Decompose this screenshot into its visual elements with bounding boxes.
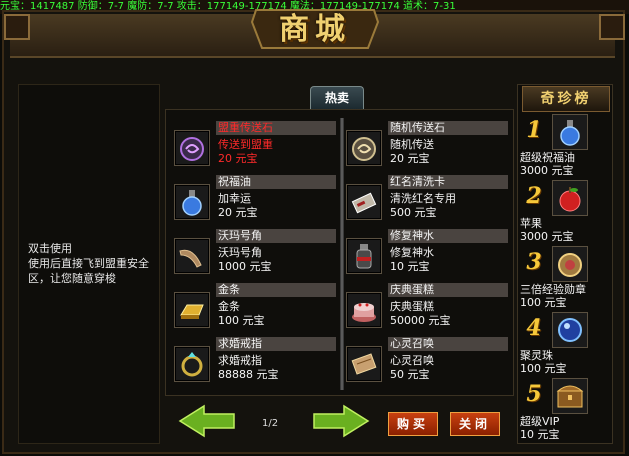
rare-item-price: 100 元宝 — [520, 362, 567, 375]
rare-item[interactable]: 1 超级祝福油 3000 元宝 — [520, 114, 610, 180]
rare-item-price: 3000 元宝 — [520, 230, 574, 243]
item-price: 20 元宝 — [218, 206, 258, 219]
item-name: 祝福油 — [218, 175, 251, 188]
rank-number: 4 — [526, 315, 542, 341]
corner-ornament — [599, 14, 625, 40]
item-description-text: 使用后直接飞到盟重安全区，让您随意穿梭 — [28, 257, 149, 285]
item-price: 50000 元宝 — [390, 314, 451, 327]
corner-ornament — [4, 14, 30, 40]
rare-item-price: 10 元宝 — [520, 428, 560, 441]
purple-swirl-stone-icon — [174, 130, 210, 166]
rare-list-title: 奇珍榜 — [522, 86, 610, 112]
item-slot[interactable]: 求婚戒指 求婚戒指 88888 元宝 — [168, 336, 338, 389]
rare-item-price: 100 元宝 — [520, 296, 567, 309]
item-slot[interactable]: 随机传送石 随机传送 20 元宝 — [340, 120, 510, 173]
item-name: 盟重传送石 — [218, 121, 273, 134]
item-slot[interactable]: 沃玛号角 沃玛号角 1000 元宝 — [168, 228, 338, 281]
item-slot[interactable]: 心灵召唤 心灵召唤 50 元宝 — [340, 336, 510, 389]
item-name: 随机传送石 — [390, 121, 445, 134]
rare-item[interactable]: 2 苹果 3000 元宝 — [520, 180, 610, 246]
item-slot[interactable]: 庆典蛋糕 庆典蛋糕 50000 元宝 — [340, 282, 510, 335]
item-desc: 沃玛号角 — [218, 246, 262, 259]
item-name: 红名清洗卡 — [390, 175, 445, 188]
item-price: 1000 元宝 — [218, 260, 272, 273]
item-name: 庆典蛋糕 — [390, 283, 434, 296]
orb-icon — [552, 312, 588, 348]
buy-button[interactable]: 购买 — [388, 412, 438, 436]
item-slot[interactable]: 盟重传送石 传送到盟重 20 元宝 — [168, 120, 338, 173]
rare-item-name: 聚灵珠 — [520, 349, 553, 362]
item-price: 50 元宝 — [390, 368, 430, 381]
item-price: 10 元宝 — [390, 260, 430, 273]
item-name: 沃玛号角 — [218, 229, 262, 242]
item-slot[interactable]: 修复神水 修复神水 10 元宝 — [340, 228, 510, 281]
shop-title: 商城 — [279, 12, 351, 47]
rank-number: 1 — [526, 117, 542, 143]
gold-bar-icon — [174, 292, 210, 328]
item-name: 金条 — [218, 283, 240, 296]
rare-item[interactable]: 5 超级VIP 10 元宝 — [520, 378, 610, 444]
item-desc: 加幸运 — [218, 192, 251, 205]
prev-page-arrow-icon[interactable] — [178, 404, 236, 438]
apple-icon — [552, 180, 588, 216]
chest-icon — [552, 378, 588, 414]
cake-icon — [346, 292, 382, 328]
item-price: 88888 元宝 — [218, 368, 279, 381]
medal-icon — [552, 246, 588, 282]
item-desc: 传送到盟重 — [218, 138, 273, 151]
item-desc: 修复神水 — [390, 246, 434, 259]
card-icon — [346, 184, 382, 220]
item-desc: 金条 — [218, 300, 240, 313]
item-name: 修复神水 — [390, 229, 434, 242]
potion-bottle-icon — [346, 238, 382, 274]
tab-hot-sale[interactable]: 热卖 — [310, 86, 364, 109]
item-price: 100 元宝 — [218, 314, 265, 327]
item-slot[interactable]: 金条 金条 100 元宝 — [168, 282, 338, 335]
item-desc: 庆典蛋糕 — [390, 300, 434, 313]
rare-item-name: 超级祝福油 — [520, 151, 575, 164]
item-desc: 随机传送 — [390, 138, 434, 151]
item-name: 求婚戒指 — [218, 337, 262, 350]
rank-number: 3 — [526, 249, 542, 275]
rank-number: 5 — [526, 381, 542, 407]
item-slot[interactable]: 祝福油 加幸运 20 元宝 — [168, 174, 338, 227]
scroll-icon — [346, 346, 382, 382]
rare-item[interactable]: 3 三倍经验勋章 100 元宝 — [520, 246, 610, 312]
item-price: 500 元宝 — [390, 206, 437, 219]
item-name: 心灵召唤 — [390, 337, 434, 350]
item-desc: 求婚戒指 — [218, 354, 262, 367]
ring-icon — [174, 346, 210, 382]
rare-item[interactable]: 4 聚灵珠 100 元宝 — [520, 312, 610, 378]
rare-item-name: 苹果 — [520, 217, 542, 230]
rare-item-name: 超级VIP — [520, 415, 560, 428]
item-price: 20 元宝 — [218, 152, 258, 165]
swirl-stone-icon — [346, 130, 382, 166]
item-usage-text: 双击使用 — [28, 242, 72, 255]
blue-potion-icon — [174, 184, 210, 220]
item-slot[interactable]: 红名清洗卡 清洗红名专用 500 元宝 — [340, 174, 510, 227]
horn-icon — [174, 238, 210, 274]
next-page-arrow-icon[interactable] — [312, 404, 370, 438]
rare-item-price: 3000 元宝 — [520, 164, 574, 177]
item-desc: 心灵召唤 — [390, 354, 434, 367]
item-desc: 清洗红名专用 — [390, 192, 456, 205]
page-indicator: 1/2 — [262, 418, 279, 429]
rare-item-name: 三倍经验勋章 — [520, 283, 586, 296]
item-price: 20 元宝 — [390, 152, 430, 165]
rank-number: 2 — [526, 183, 542, 209]
close-button[interactable]: 关闭 — [450, 412, 500, 436]
blue-potion-icon — [552, 114, 588, 150]
